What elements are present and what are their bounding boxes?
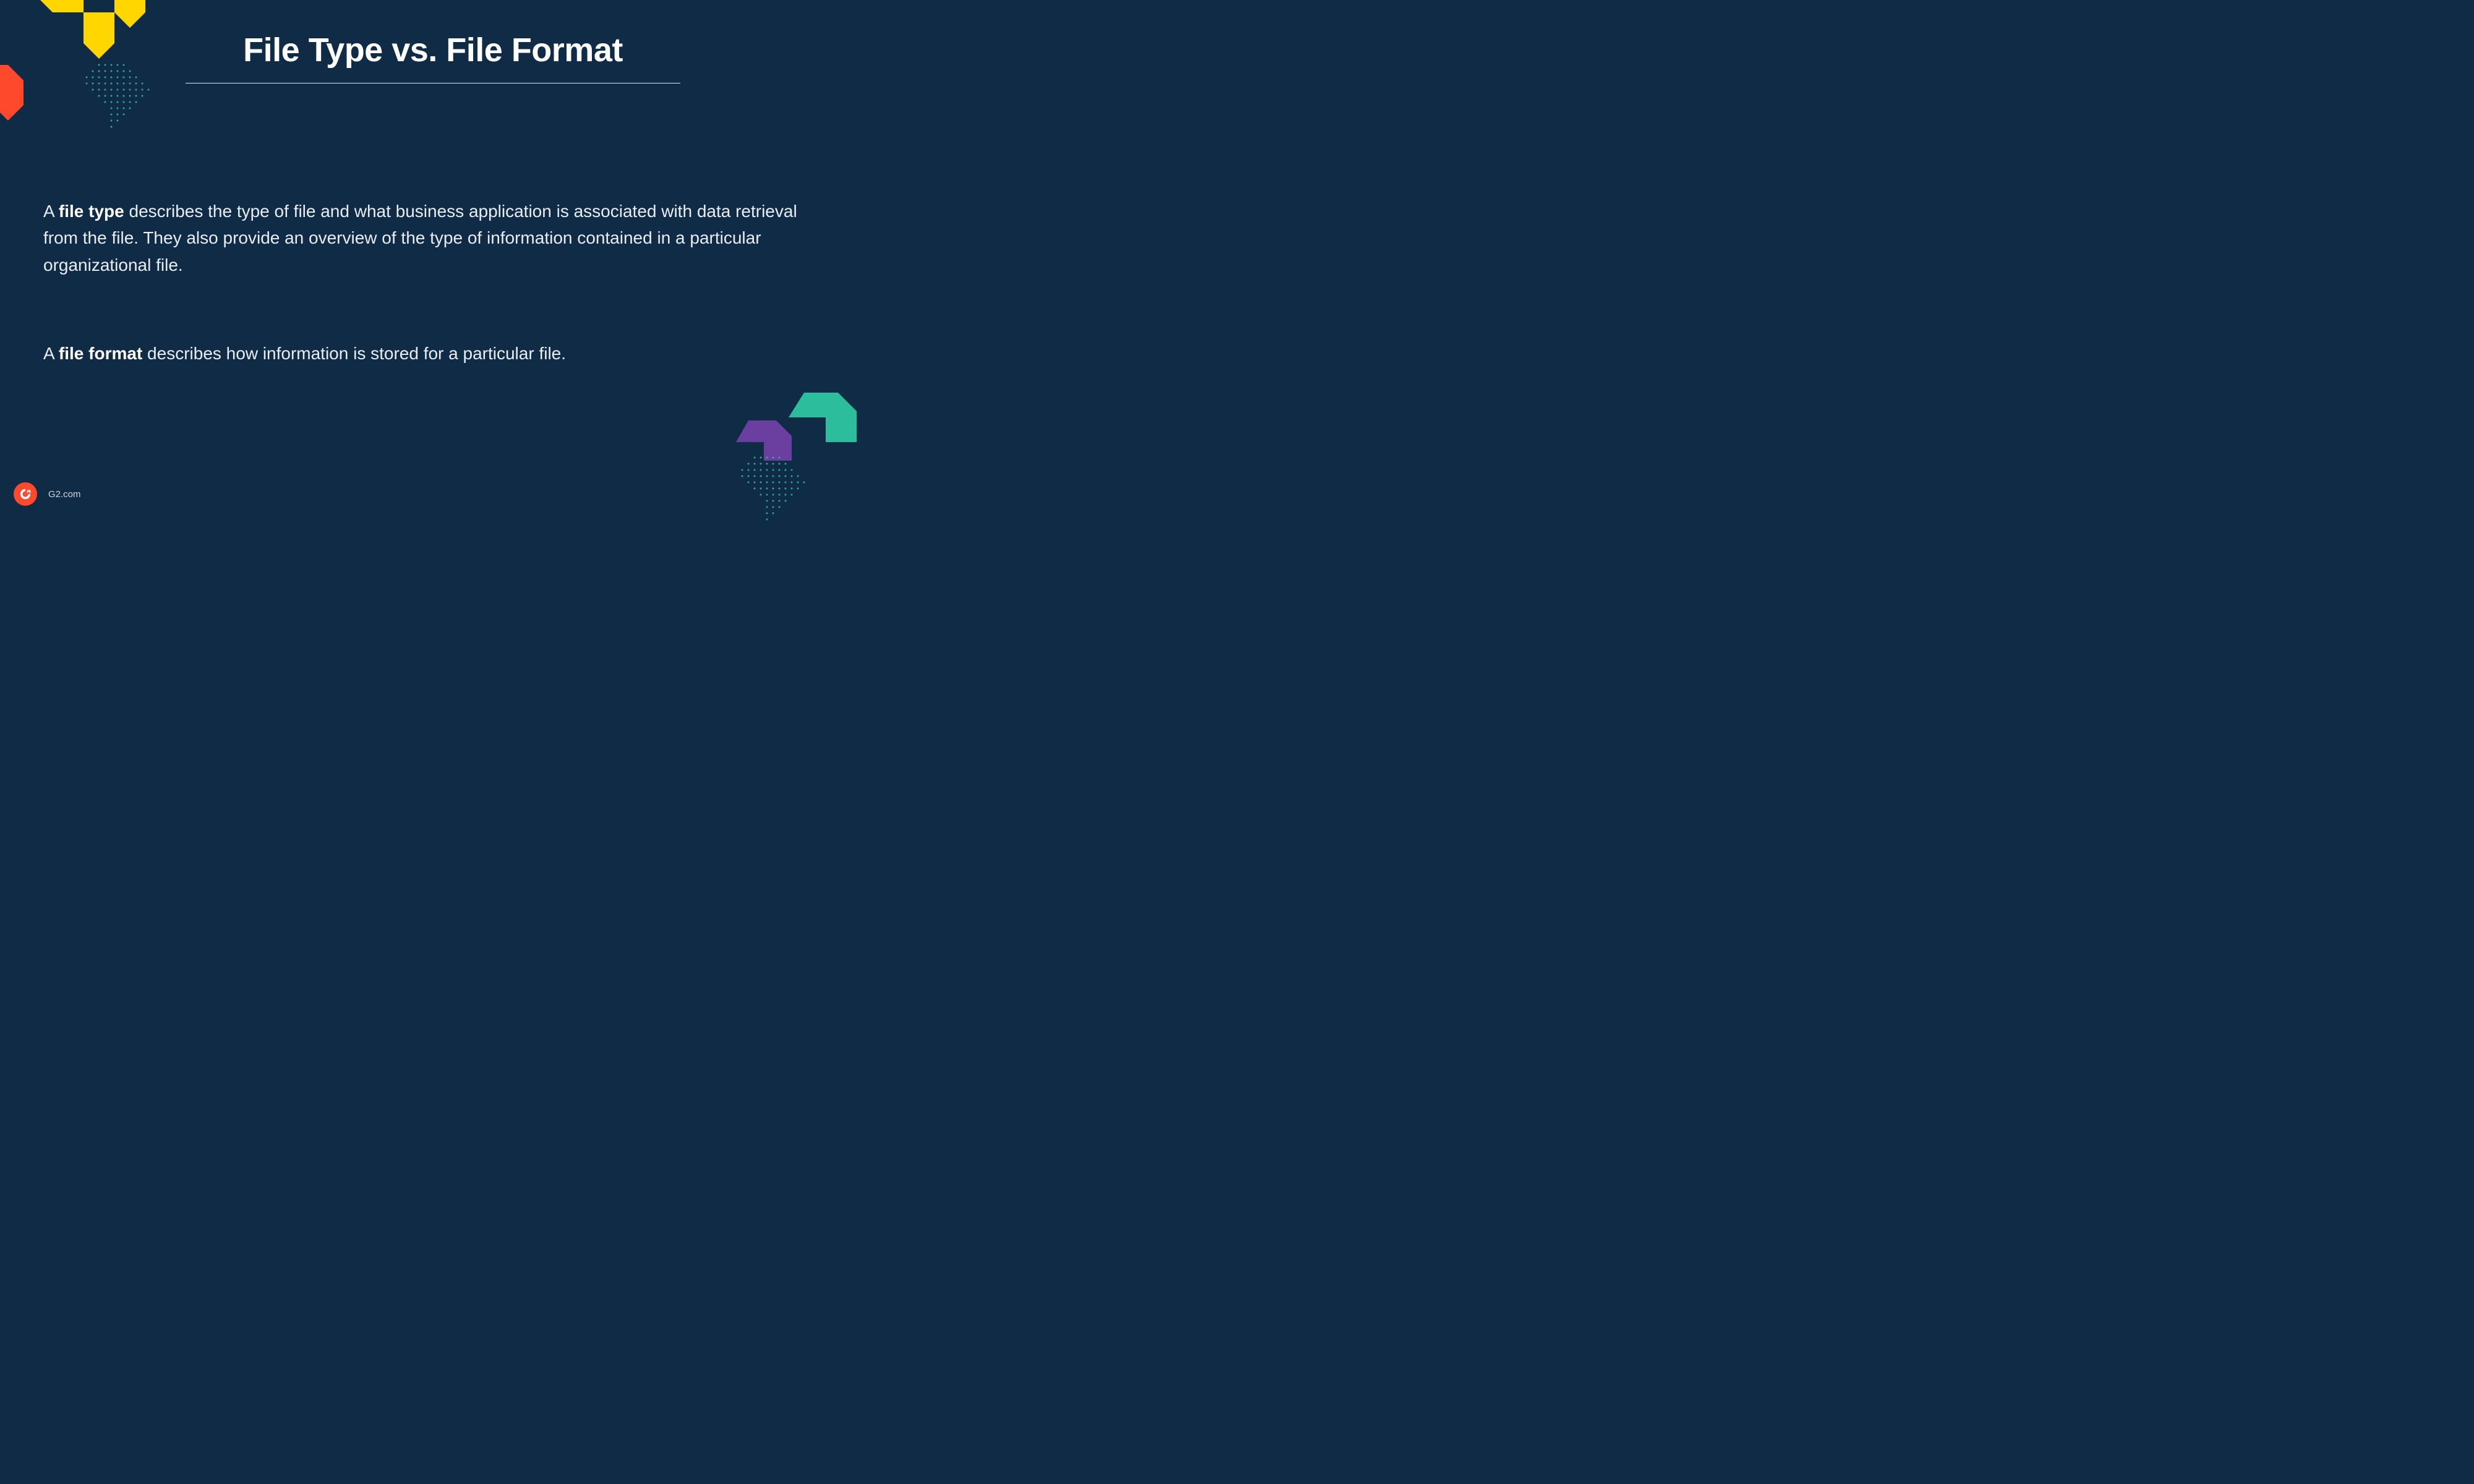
footer-site-text: G2.com (48, 489, 81, 500)
paragraph-file-type: A file type describes the type of file a… (43, 198, 823, 278)
p1-bold-term: file type (59, 202, 124, 221)
p1-prefix: A (43, 202, 59, 221)
g2-logo-icon: 2 (14, 482, 37, 506)
p2-bold-term: file format (59, 344, 142, 363)
teal-dots-bottom-right (733, 451, 820, 532)
p1-rest: describes the type of file and what busi… (43, 202, 797, 275)
p2-prefix: A (43, 344, 59, 363)
paragraph-file-format: A file format describes how information … (43, 340, 823, 367)
teal-dots-top-left (77, 59, 164, 139)
slide-title: File Type vs. File Format (243, 31, 623, 69)
teal-arrow-shape (789, 386, 857, 448)
footer: 2 G2.com (14, 482, 81, 506)
red-diamond-shape (0, 65, 24, 127)
p2-rest: describes how information is stored for … (142, 344, 566, 363)
